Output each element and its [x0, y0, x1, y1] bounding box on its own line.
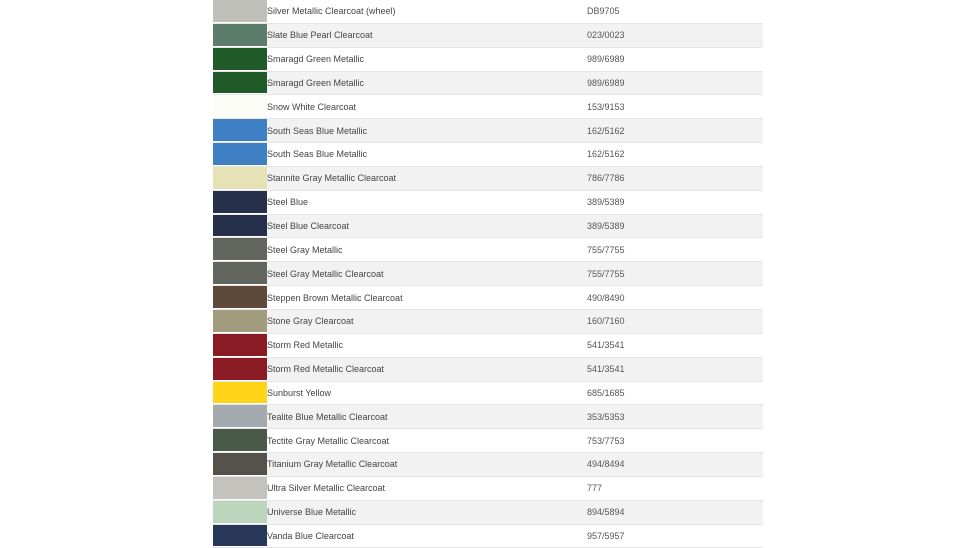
table-row: Steel Gray Metallic Clearcoat 755/7755	[213, 262, 763, 287]
color-name: Steel Blue Clearcoat	[267, 221, 350, 232]
table-row: Steppen Brown Metallic Clearcoat 490/8490	[213, 286, 763, 310]
color-swatch	[213, 238, 267, 262]
paint-code: 023/0023	[587, 30, 625, 41]
table-row: Steel Blue 389/5389	[213, 190, 763, 215]
paint-code: 989/6989	[587, 77, 625, 88]
table-row: Sunburst Yellow 685/1685	[213, 381, 763, 406]
color-name: Silver Metallic Clearcoat (wheel)	[267, 6, 396, 17]
paint-code: 162/5162	[587, 125, 625, 136]
color-name: Storm Red Metallic Clearcoat	[267, 364, 385, 375]
color-swatch	[213, 119, 267, 143]
paint-code: 777	[587, 483, 603, 494]
paint-code: 353/5353	[587, 411, 625, 422]
color-swatch	[213, 500, 267, 524]
table-row: Stone Gray Clearcoat 160/7160	[213, 309, 763, 334]
paint-code: 894/5894	[587, 507, 625, 518]
color-name: Universe Blue Metallic	[267, 507, 357, 518]
color-swatch	[213, 333, 267, 357]
table-row: Ultra Silver Metallic Clearcoat 777	[213, 476, 763, 501]
paint-code: 541/3541	[587, 364, 625, 375]
color-name: Sunburst Yellow	[267, 387, 332, 398]
color-name: Smaragd Green Metallic	[267, 54, 365, 65]
color-name: South Seas Blue Metallic	[267, 125, 368, 136]
paint-code: 494/8494	[587, 459, 625, 470]
table-row: Storm Red Metallic Clearcoat 541/3541	[213, 357, 763, 382]
color-swatch	[213, 357, 267, 381]
paint-code: 162/5162	[587, 149, 625, 160]
color-name: Steel Gray Metallic Clearcoat	[267, 268, 384, 279]
color-name: South Seas Blue Metallic	[267, 149, 368, 160]
color-name: Steel Gray Metallic	[267, 244, 343, 255]
table-row: Steel Gray Metallic 755/7755	[213, 238, 763, 263]
table-row: Slate Blue Pearl Clearcoat 023/0023	[213, 23, 763, 48]
color-swatch	[213, 524, 267, 548]
paint-code: 753/7753	[587, 435, 625, 446]
paint-code: 755/7755	[587, 268, 625, 279]
color-swatch	[213, 286, 267, 309]
table-row: South Seas Blue Metallic 162/5162	[213, 119, 763, 144]
paint-code: 685/1685	[587, 387, 625, 398]
color-swatch	[213, 95, 267, 119]
color-swatch	[213, 23, 267, 47]
color-name: Tealite Blue Metallic Clearcoat	[267, 411, 388, 422]
paint-code: 957/5957	[587, 530, 625, 541]
color-swatch	[213, 476, 267, 500]
color-name: Smaragd Green Metallic	[267, 77, 365, 88]
paint-code: 389/5389	[587, 197, 625, 208]
color-name: Tectite Gray Metallic Clearcoat	[267, 435, 390, 446]
paint-code: 160/7160	[587, 316, 625, 327]
color-swatch	[213, 71, 267, 95]
paint-code: 153/9153	[587, 101, 625, 112]
color-name: Slate Blue Pearl Clearcoat	[267, 30, 373, 41]
table-row: Tectite Gray Metallic Clearcoat 753/7753	[213, 429, 763, 454]
table-row: Vanda Blue Clearcoat 957/5957	[213, 524, 763, 548]
table-row: Snow White Clearcoat 153/9153	[213, 95, 763, 120]
color-swatch	[213, 214, 267, 238]
paint-code: 389/5389	[587, 221, 625, 232]
table-row: Tealite Blue Metallic Clearcoat 353/5353	[213, 405, 763, 430]
color-name: Stannite Gray Metallic Clearcoat	[267, 173, 397, 184]
color-swatch	[213, 166, 267, 190]
color-swatch	[213, 262, 267, 286]
color-swatch	[213, 190, 267, 214]
table-row: Steel Blue Clearcoat 389/5389	[213, 214, 763, 239]
color-name: Steppen Brown Metallic Clearcoat	[267, 292, 403, 303]
color-swatch	[213, 453, 267, 476]
color-swatch	[213, 429, 267, 453]
color-name: Titanium Gray Metallic Clearcoat	[267, 459, 398, 470]
paint-code: 989/6989	[587, 54, 625, 65]
color-name: Snow White Clearcoat	[267, 101, 357, 112]
table-row: South Seas Blue Metallic 162/5162	[213, 143, 763, 167]
color-name: Vanda Blue Clearcoat	[267, 530, 354, 541]
color-swatch	[213, 405, 267, 429]
paint-color-table: Silver Metallic Clearcoat (wheel) DB9705 S…	[213, 0, 763, 548]
color-name: Steel Blue	[267, 197, 309, 208]
color-name: Storm Red Metallic	[267, 340, 344, 351]
table-row: Titanium Gray Metallic Clearcoat 494/8494	[213, 453, 763, 477]
color-swatch	[213, 0, 267, 23]
table-row: Stannite Gray Metallic Clearcoat 786/7786	[213, 166, 763, 191]
paint-code: 786/7786	[587, 173, 625, 184]
color-name: Stone Gray Clearcoat	[267, 316, 354, 327]
table-row: Universe Blue Metallic 894/5894	[213, 500, 763, 525]
table-row: Storm Red Metallic 541/3541	[213, 333, 763, 358]
color-swatch	[213, 47, 267, 71]
paint-code: DB9705	[587, 6, 620, 17]
color-swatch	[213, 309, 267, 333]
color-swatch	[213, 143, 267, 166]
table-row: Silver Metallic Clearcoat (wheel) DB9705	[213, 0, 763, 24]
paint-code: 755/7755	[587, 244, 625, 255]
table-row: Smaragd Green Metallic 989/6989	[213, 71, 763, 96]
paint-code: 490/8490	[587, 292, 625, 303]
color-swatch	[213, 381, 267, 405]
table-row: Smaragd Green Metallic 989/6989	[213, 47, 763, 72]
paint-code: 541/3541	[587, 340, 625, 351]
color-name: Ultra Silver Metallic Clearcoat	[267, 483, 386, 494]
